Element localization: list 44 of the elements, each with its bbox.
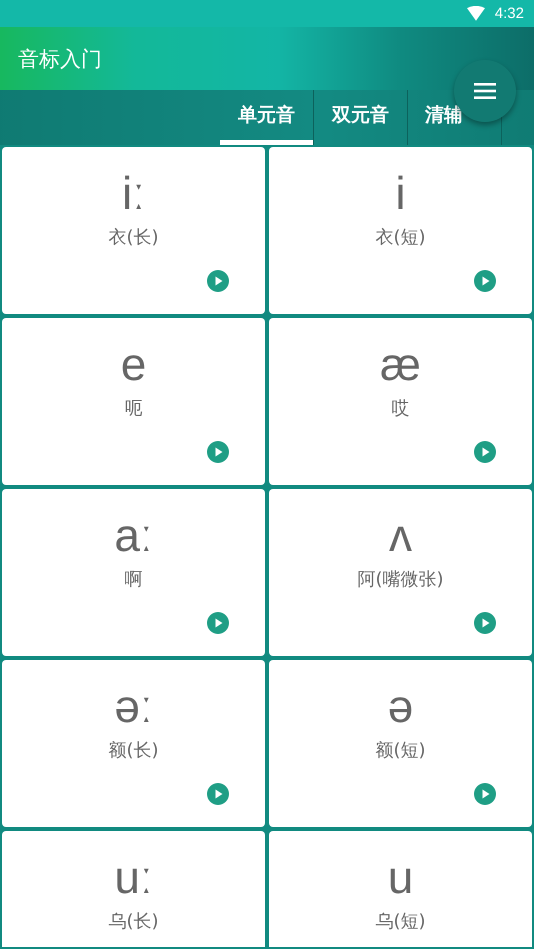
sound-card[interactable]: ə 额(短)	[269, 660, 532, 827]
phonetic-symbol: əː	[114, 679, 153, 734]
wifi-icon	[466, 6, 485, 21]
sound-label: 乌(长)	[108, 910, 159, 933]
sound-card[interactable]: əː 额(长)	[2, 660, 265, 827]
sound-label: 哎	[392, 397, 410, 420]
sound-card[interactable]: e 呃	[2, 318, 265, 485]
sound-label: 乌(短)	[375, 910, 426, 933]
play-icon[interactable]	[207, 441, 229, 463]
sound-label: 呃	[124, 397, 142, 420]
phonetic-symbol: æ	[380, 337, 421, 392]
play-icon[interactable]	[474, 441, 496, 463]
sound-label: 衣(短)	[375, 226, 426, 249]
tab[interactable]: 双元音	[314, 90, 408, 145]
play-icon[interactable]	[474, 783, 496, 805]
phonetic-symbol: i	[395, 166, 406, 221]
sound-card[interactable]: uː 乌(长)	[2, 831, 265, 947]
sound-card[interactable]: aː 啊	[2, 489, 265, 656]
sound-label: 额(长)	[108, 739, 159, 762]
play-icon[interactable]	[207, 783, 229, 805]
play-icon[interactable]	[207, 270, 229, 292]
sound-label: 啊	[124, 568, 142, 591]
sound-label: 额(短)	[375, 739, 426, 762]
sound-label: 阿(嘴微张)	[357, 568, 444, 591]
sound-label: 衣(长)	[108, 226, 159, 249]
status-time: 4:32	[494, 5, 524, 22]
phonetic-symbol: ʌ	[389, 508, 412, 563]
phonetic-symbol: uː	[114, 850, 153, 905]
phonetic-symbol: e	[120, 337, 146, 392]
phonetic-symbol: iː	[122, 166, 145, 221]
sound-card[interactable]: i 衣(短)	[269, 147, 532, 314]
phonetic-symbol: ə	[388, 679, 414, 734]
play-icon[interactable]	[207, 612, 229, 634]
phonetic-symbol: u	[388, 850, 414, 905]
play-icon[interactable]	[474, 270, 496, 292]
app-title: 音标入门	[18, 46, 102, 72]
phonetic-symbol: aː	[114, 508, 153, 563]
tab[interactable]: 单元音	[220, 90, 314, 145]
menu-icon	[474, 82, 496, 100]
sound-card[interactable]: ʌ 阿(嘴微张)	[269, 489, 532, 656]
sound-card[interactable]: u 乌(短)	[269, 831, 532, 947]
sound-card[interactable]: æ 哎	[269, 318, 532, 485]
play-icon[interactable]	[474, 612, 496, 634]
sound-card[interactable]: iː 衣(长)	[2, 147, 265, 314]
